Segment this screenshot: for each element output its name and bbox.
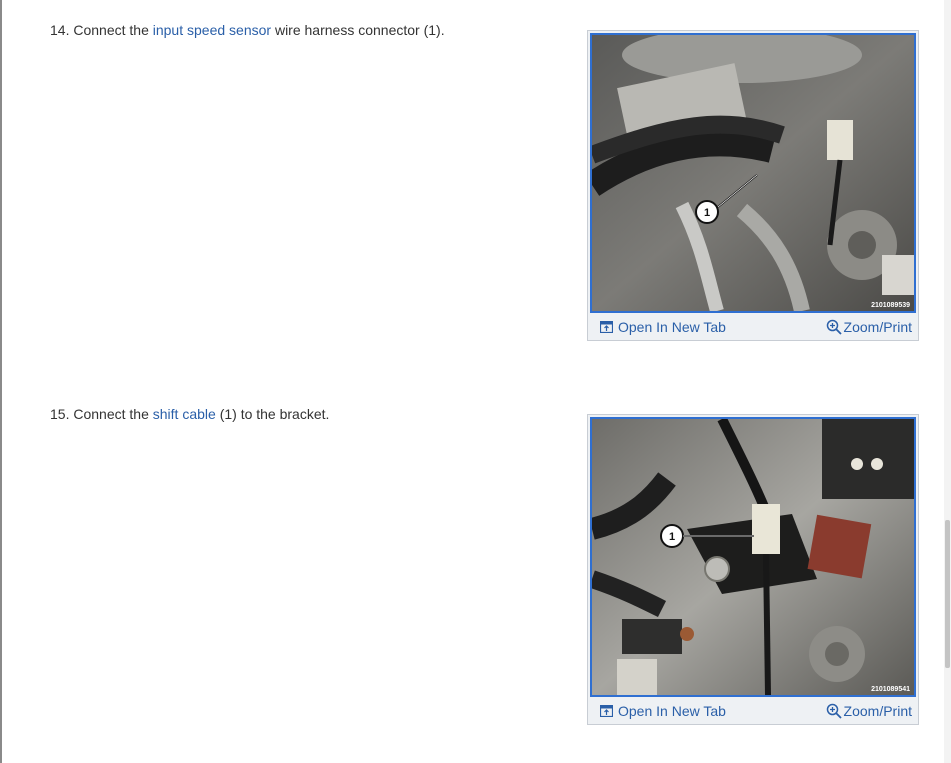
step-15-pre: Connect the <box>73 406 149 422</box>
step-14-image-code: 2101089539 <box>871 302 910 309</box>
vertical-scrollbar[interactable] <box>944 0 951 763</box>
step-14-number: 14. <box>50 22 70 38</box>
step-14-post: wire harness connector (1). <box>274 22 445 38</box>
step-14-open-new-tab-link[interactable]: Open In New Tab <box>600 319 726 335</box>
step-15-number: 15. <box>50 406 70 422</box>
step-15-post: (1) to the bracket. <box>219 406 330 422</box>
step-15-open-new-tab-label: Open In New Tab <box>618 703 726 719</box>
step-14-text: 14. Connect the input speed sensor wire … <box>50 21 445 39</box>
step-15-zoom-print-link[interactable]: Zoom/Print <box>826 703 912 719</box>
zoom-in-icon <box>826 319 842 335</box>
step-15-text: 15. Connect the shift cable (1) to the b… <box>50 405 329 423</box>
step-14-pre: Connect the <box>73 22 149 38</box>
step-14-figure: 1 2101089539 Open In New Tab Zoom/Print <box>587 30 919 341</box>
step-14-callout: 1 <box>704 207 710 219</box>
shift-cable-link[interactable]: shift cable <box>153 406 216 422</box>
step-14-zoom-print-label: Zoom/Print <box>843 319 912 335</box>
step-14-zoom-print-link[interactable]: Zoom/Print <box>826 319 912 335</box>
step-15-photo[interactable]: 1 2101089541 <box>590 417 916 697</box>
open-new-tab-icon <box>600 705 613 717</box>
step-15-image-code: 2101089541 <box>871 686 910 693</box>
step-14-photo[interactable]: 1 2101089539 <box>590 33 916 313</box>
open-new-tab-icon <box>600 321 613 333</box>
content-left-border <box>0 0 2 763</box>
step-15-callout: 1 <box>669 531 675 543</box>
scrollbar-thumb[interactable] <box>945 520 950 668</box>
step-15-figure-toolbar: Open In New Tab Zoom/Print <box>588 698 918 724</box>
step-15-zoom-print-label: Zoom/Print <box>843 703 912 719</box>
step-14-open-new-tab-label: Open In New Tab <box>618 319 726 335</box>
zoom-in-icon <box>826 703 842 719</box>
step-14-figure-toolbar: Open In New Tab Zoom/Print <box>588 314 918 340</box>
step-15-open-new-tab-link[interactable]: Open In New Tab <box>600 703 726 719</box>
input-speed-sensor-link[interactable]: input speed sensor <box>153 22 271 38</box>
step-15-figure: 1 2101089541 Open In New Tab Zoom/Print <box>587 414 919 725</box>
